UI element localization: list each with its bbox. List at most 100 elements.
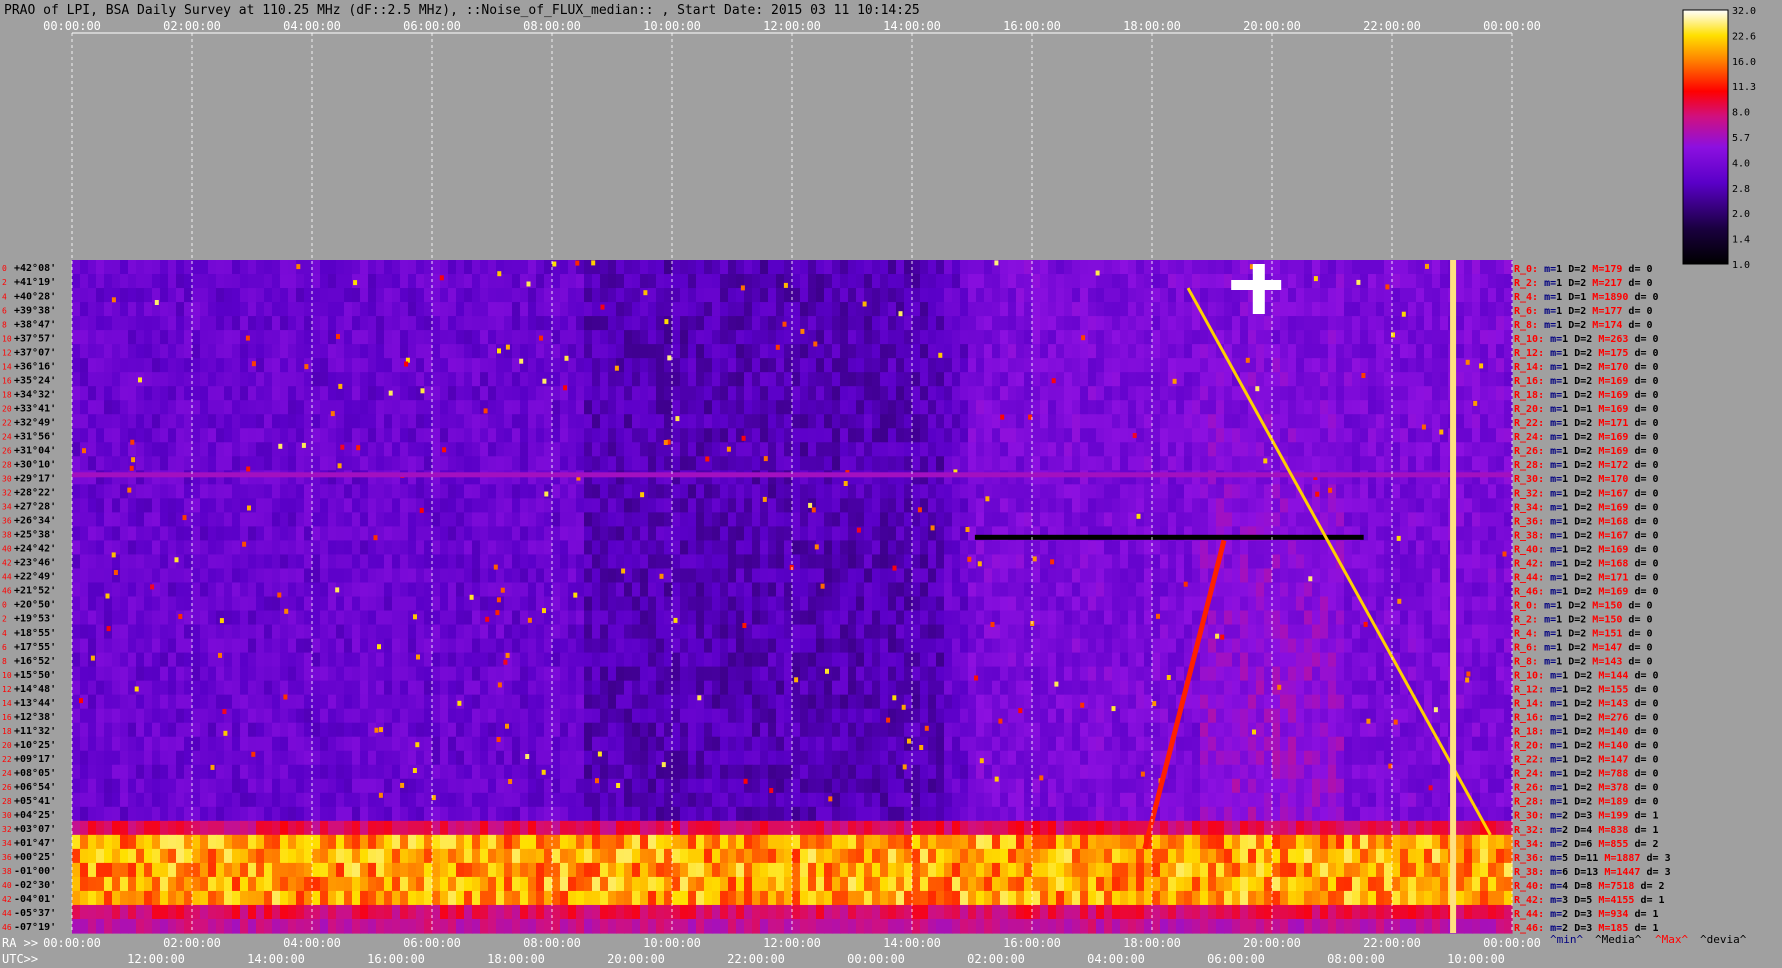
- stats-row: R_36: m=1 D=2 M=168 d= 0: [1514, 516, 1659, 527]
- stats-field: m=: [1544, 516, 1562, 527]
- top-tick-label: 02:00:00: [163, 19, 221, 33]
- speckle: [1466, 671, 1471, 677]
- speckle: [283, 694, 288, 700]
- row-number: 4: [2, 629, 7, 638]
- row-number: 26: [2, 446, 12, 455]
- row-number: 36: [2, 853, 12, 862]
- stats-field: d=: [1622, 306, 1646, 317]
- stats-field: M=: [1592, 685, 1610, 696]
- stats-field: M=: [1598, 853, 1616, 864]
- top-tick-label: 16:00:00: [1003, 19, 1061, 33]
- stats-field: 0: [1653, 572, 1659, 583]
- stats-field: 168: [1610, 558, 1628, 569]
- stats-field: m=: [1538, 320, 1556, 331]
- stats-field: R_22:: [1514, 755, 1544, 766]
- stats-field: 150: [1604, 600, 1622, 611]
- stats-field: M=: [1592, 769, 1610, 780]
- stats-row: R_32: m=1 D=2 M=167 d= 0: [1514, 488, 1659, 499]
- dec-label: +42°08': [14, 263, 56, 274]
- speckle: [1366, 718, 1371, 724]
- stats-field: d=: [1628, 488, 1652, 499]
- stats-field: d=: [1622, 614, 1646, 625]
- speckle: [218, 652, 222, 658]
- speckle: [82, 448, 86, 454]
- stats-field: 169: [1610, 586, 1628, 597]
- stats-field: 0: [1653, 376, 1659, 387]
- stats-field: 2: [1653, 839, 1659, 850]
- stats-field: 0: [1653, 404, 1659, 415]
- stats-field: R_2:: [1514, 278, 1538, 289]
- stats-field: d=: [1622, 657, 1646, 668]
- speckle: [1136, 513, 1141, 519]
- stats-field: m=: [1544, 825, 1562, 836]
- stats-field: D=: [1568, 811, 1586, 822]
- stats-field: 0: [1653, 741, 1659, 752]
- stats-row: R_24: m=1 D=2 M=169 d= 0: [1514, 432, 1659, 443]
- speckle: [416, 654, 420, 660]
- stats-field: D=: [1568, 839, 1586, 850]
- stats-field: R_32:: [1514, 825, 1544, 836]
- dark-gap: [974, 534, 1364, 540]
- stats-field: R_16:: [1514, 376, 1544, 387]
- stats-field: R_42:: [1514, 558, 1544, 569]
- stats-field: R_30:: [1514, 811, 1544, 822]
- stats-field: M=: [1586, 320, 1604, 331]
- dec-label: +01°47': [14, 838, 56, 849]
- stats-field: 0: [1653, 685, 1659, 696]
- speckle: [497, 348, 501, 354]
- stats-field: R_24:: [1514, 769, 1544, 780]
- row-number: 22: [2, 755, 12, 764]
- speckle: [1363, 621, 1368, 627]
- stats-field: M=: [1592, 362, 1610, 373]
- stats-field: M=: [1586, 264, 1604, 275]
- speckle: [640, 492, 645, 498]
- stats-field: D=: [1568, 530, 1586, 541]
- stats-field: d=: [1628, 727, 1652, 738]
- stats-field: 170: [1610, 474, 1628, 485]
- stats-field: 0: [1653, 418, 1659, 429]
- stats-field: D=: [1562, 306, 1580, 317]
- ra-tick-label: 14:00:00: [883, 936, 941, 950]
- stats-field: D=: [1562, 600, 1580, 611]
- stats-field: R_46:: [1514, 586, 1544, 597]
- stats-field: m=: [1538, 628, 1556, 639]
- stats-field: 0: [1653, 460, 1659, 471]
- dec-label: +36°16': [14, 361, 56, 372]
- speckle: [500, 587, 505, 593]
- stats-field: m=: [1544, 586, 1562, 597]
- speckle: [552, 261, 557, 267]
- stats-field: R_28:: [1514, 797, 1544, 808]
- speckle: [843, 481, 848, 486]
- stats-field: R_20:: [1514, 741, 1544, 752]
- stats-field: d=: [1640, 867, 1664, 878]
- stats-field: d=: [1628, 699, 1652, 710]
- stats-field: 150: [1604, 614, 1622, 625]
- speckle: [420, 388, 425, 394]
- speckle: [1051, 378, 1056, 384]
- speckle: [763, 456, 768, 462]
- stats-field: d=: [1628, 390, 1652, 401]
- speckle: [1255, 386, 1260, 392]
- speckle: [675, 416, 680, 422]
- stats-field: M=: [1592, 727, 1610, 738]
- speckle: [127, 487, 132, 493]
- speckle: [595, 778, 599, 784]
- speckle: [1385, 284, 1390, 290]
- speckle: [1000, 414, 1005, 420]
- row-number: 20: [2, 404, 12, 413]
- dec-label: +20°50': [14, 600, 56, 611]
- dec-label: +11°32': [14, 726, 56, 737]
- stats-field: D=: [1562, 614, 1580, 625]
- stats-field: M=: [1592, 881, 1610, 892]
- stats-field: M=: [1592, 713, 1610, 724]
- stats-field: d=: [1628, 516, 1652, 527]
- speckle: [336, 334, 340, 339]
- stats-field: d=: [1628, 586, 1652, 597]
- stats-field: M=: [1592, 797, 1610, 808]
- stats-field: 0: [1653, 699, 1659, 710]
- stats-field: 155: [1610, 685, 1628, 696]
- speckle: [129, 465, 134, 471]
- stats-field: R_14:: [1514, 699, 1544, 710]
- stats-field: 1: [1653, 909, 1659, 920]
- stats-field: m=: [1544, 418, 1562, 429]
